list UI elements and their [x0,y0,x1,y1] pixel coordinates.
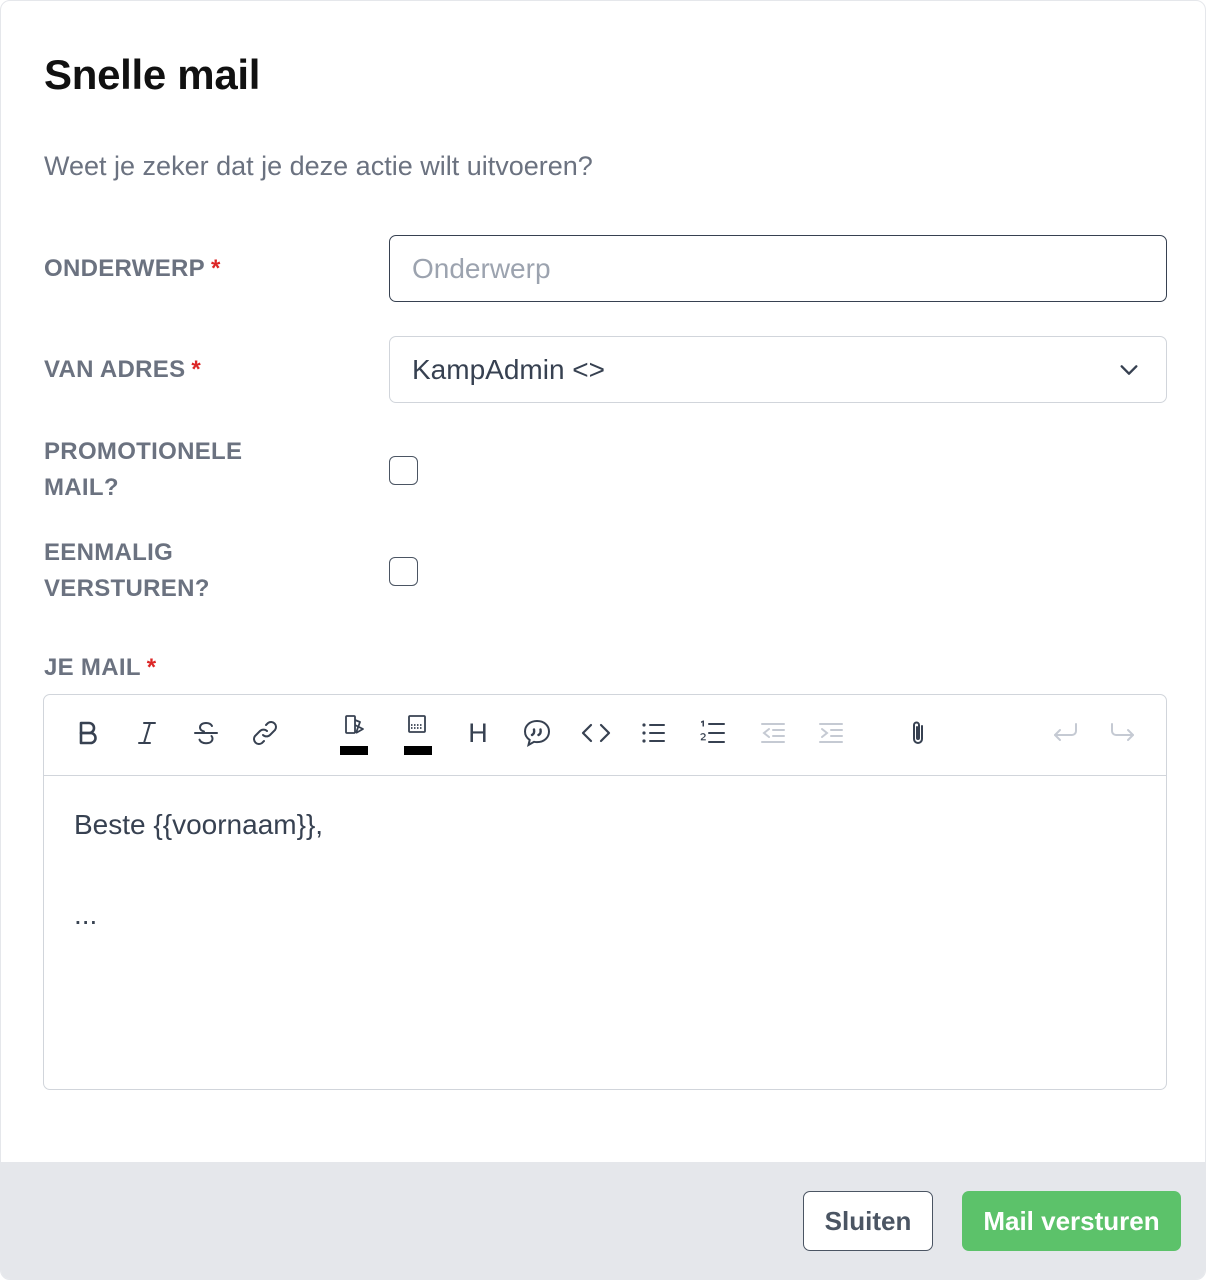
attachment-icon[interactable] [900,715,936,751]
from-address-select[interactable]: KampAdmin <> [389,336,1167,403]
code-icon[interactable] [578,715,614,751]
subject-label: ONDERWERP * [44,251,221,287]
from-address-value: KampAdmin <> [412,353,605,385]
subject-label-text: ONDERWERP [44,255,205,282]
mail-label: JE MAIL * [44,650,156,686]
numbered-list-icon[interactable] [695,715,731,751]
promotional-mail-label-line2: MAIL? [44,474,119,501]
outdent-icon[interactable] [755,715,791,751]
promotional-mail-label: PROMOTIONELE MAIL? [44,434,242,506]
required-mark: * [191,356,202,383]
link-icon[interactable] [247,715,283,751]
bold-icon[interactable] [70,715,106,751]
text-color-icon[interactable] [336,709,372,745]
required-mark: * [146,654,157,681]
dialog-subtitle: Weet je zeker dat je deze actie wilt uit… [44,151,593,181]
strikethrough-icon[interactable] [188,715,224,751]
editor-toolbar: H [44,695,1166,776]
editor-line-greeting: Beste {{voornaam}}, [74,809,324,840]
heading-icon[interactable]: H [460,715,496,751]
send-mail-button[interactable]: Mail versturen [962,1191,1181,1251]
promotional-mail-checkbox[interactable] [389,456,418,485]
required-mark: * [210,255,221,282]
chevron-down-icon [1120,365,1138,375]
redo-icon[interactable] [1105,715,1141,751]
dialog-title: Snelle mail [44,51,261,98]
editor-content[interactable]: Beste {{voornaam}}, ... [74,805,323,985]
quote-icon[interactable] [519,715,555,751]
send-once-label-line2: VERSTUREN? [44,575,210,602]
italic-icon[interactable] [129,715,165,751]
highlight-color-swatch [404,746,432,755]
from-address-label: VAN ADRES * [44,352,201,388]
send-once-label: EENMALIG VERSTUREN? [44,535,210,607]
undo-icon[interactable] [1047,715,1083,751]
highlight-color-icon[interactable] [399,709,435,745]
send-once-checkbox[interactable] [389,557,418,586]
send-once-label-line1: EENMALIG [44,539,174,566]
quick-mail-dialog: Snelle mail Weet je zeker dat je deze ac… [0,0,1206,1280]
bullet-list-icon[interactable] [636,715,672,751]
indent-icon[interactable] [813,715,849,751]
text-color-swatch [340,746,368,755]
promotional-mail-label-line1: PROMOTIONELE [44,438,243,465]
mail-label-text: JE MAIL [44,654,141,681]
subject-input[interactable] [389,235,1167,302]
rich-text-editor: H Beste {{voornaam}}, ... [43,694,1167,1090]
editor-line-ellipsis: ... [74,899,98,930]
dialog-footer: Sluiten Mail versturen [1,1162,1205,1279]
from-address-label-text: VAN ADRES [44,356,186,383]
close-button[interactable]: Sluiten [803,1191,933,1251]
